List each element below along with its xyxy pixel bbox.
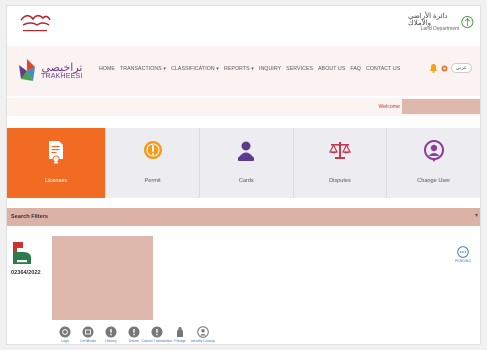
tile-disputes-label: Disputes	[329, 178, 351, 184]
tile-cards-label: Cards	[238, 178, 254, 184]
land-department-emblem-icon	[461, 15, 474, 29]
tile-licenses[interactable]: Licenses	[7, 128, 107, 198]
department-name-ar: دائرة الأراضي والأملاك	[408, 12, 448, 27]
pending-status-label: PENDING	[454, 259, 472, 263]
government-emblem-icon	[20, 14, 51, 32]
brand-name-ar: تراخيصي	[41, 60, 83, 74]
welcome-row: Welcome	[7, 98, 480, 116]
license-details-redacted	[52, 236, 153, 320]
trakheesi-logo[interactable]: تراخيصي TRAKHEESI	[15, 54, 82, 88]
pending-status-button[interactable]: PENDING	[454, 246, 472, 263]
menu-faq[interactable]: FAQ	[350, 66, 361, 72]
delete-icon	[128, 326, 140, 338]
department-name-en: Land Department	[420, 25, 460, 32]
license-icon	[49, 141, 64, 164]
navigation-bar: تراخيصي TRAKHEESI HOME TRANSACTIONS ▾ CL…	[7, 46, 480, 96]
history-icon	[105, 326, 117, 338]
permit-icon	[143, 141, 162, 159]
tile-cards[interactable]: Cards	[199, 128, 294, 198]
search-filters-title: Search Filters	[11, 214, 48, 220]
service-tiles: Licenses Permit Cards Disputes Change Us…	[7, 128, 480, 198]
certificate-icon	[82, 326, 94, 338]
settings-gear-icon[interactable]	[441, 65, 448, 72]
menu-transactions[interactable]: TRANSACTIONS ▾	[120, 66, 166, 72]
more-options-icon	[457, 246, 469, 258]
card-person-icon	[238, 141, 255, 161]
identity-lookup-icon	[197, 326, 209, 338]
app-window: دائرة الأراضي والأملاك Land Department ت…	[6, 5, 481, 345]
tile-permit[interactable]: Permit	[106, 128, 200, 198]
logs-icon	[59, 326, 71, 338]
cancel-transaction-icon	[151, 326, 163, 338]
delete-action-label: Delete	[128, 339, 140, 343]
government-header: دائرة الأراضي والأملاك Land Department	[7, 6, 480, 40]
land-department-logo: دائرة الأراضي والأملاك Land Department	[408, 10, 474, 34]
welcome-label: Welcome	[378, 104, 400, 110]
brand-name-en: TRAKHEESI	[41, 73, 83, 81]
logs-action[interactable]: Logs	[55, 326, 75, 343]
license-result-card: 02364/2022 PENDING Logs Certificate Hist…	[7, 232, 480, 344]
search-filters-bar[interactable]: Search Filters ▾	[7, 208, 480, 226]
scales-icon	[328, 142, 351, 159]
cancel-transaction-action[interactable]: Cancel Transaction	[142, 326, 172, 343]
language-toggle-button[interactable]: عربي	[450, 63, 472, 73]
menu-classification[interactable]: CLASSIFICATION ▾	[171, 66, 219, 72]
menu-home[interactable]: HOME	[99, 66, 115, 72]
chevron-down-icon[interactable]: ▾	[475, 212, 478, 219]
menu-about-us[interactable]: ABOUT US	[318, 66, 345, 72]
tile-change-user[interactable]: Change User	[387, 128, 480, 198]
menu-services[interactable]: SERVICES	[286, 66, 313, 72]
menu-contact-us[interactable]: CONTACT US	[366, 66, 400, 72]
history-action[interactable]: History	[101, 326, 121, 343]
license-actions: Logs Certificate History Delete Cancel T…	[55, 326, 216, 343]
user-name-redacted	[402, 99, 480, 114]
tile-change-user-label: Change User	[417, 178, 451, 184]
certificate-action-label: Certificate	[79, 339, 97, 343]
menu-inquiry[interactable]: INQUIRY	[259, 66, 281, 72]
tile-disputes[interactable]: Disputes	[293, 128, 388, 198]
identity-lookup-action-label: Identity Lookup	[190, 339, 216, 343]
change-user-icon	[423, 140, 444, 162]
notification-bell-icon[interactable]	[429, 63, 438, 73]
license-type-icon	[13, 242, 31, 264]
trakheesi-emblem-icon	[19, 59, 35, 81]
license-reference-number: 02364/2022	[11, 270, 41, 276]
history-action-label: History	[105, 339, 117, 343]
menu-reports[interactable]: REPORTS ▾	[224, 66, 254, 72]
cancel-transaction-action-label: Cancel Transaction	[141, 339, 173, 343]
pledge-action[interactable]: Pledge	[170, 326, 190, 343]
certificate-action[interactable]: Certificate	[78, 326, 98, 343]
pledge-hand-icon	[177, 327, 183, 337]
pledge-action-label: Pledge	[174, 339, 186, 343]
logs-action-label: Logs	[61, 339, 69, 343]
tile-licenses-label: Licenses	[45, 178, 68, 184]
main-menu: HOME TRANSACTIONS ▾ CLASSIFICATION ▾ REP…	[99, 66, 400, 72]
nav-utilities: عربي	[429, 63, 472, 73]
tile-permit-label: Permit	[144, 178, 161, 184]
identity-lookup-action[interactable]: Identity Lookup	[190, 326, 216, 343]
